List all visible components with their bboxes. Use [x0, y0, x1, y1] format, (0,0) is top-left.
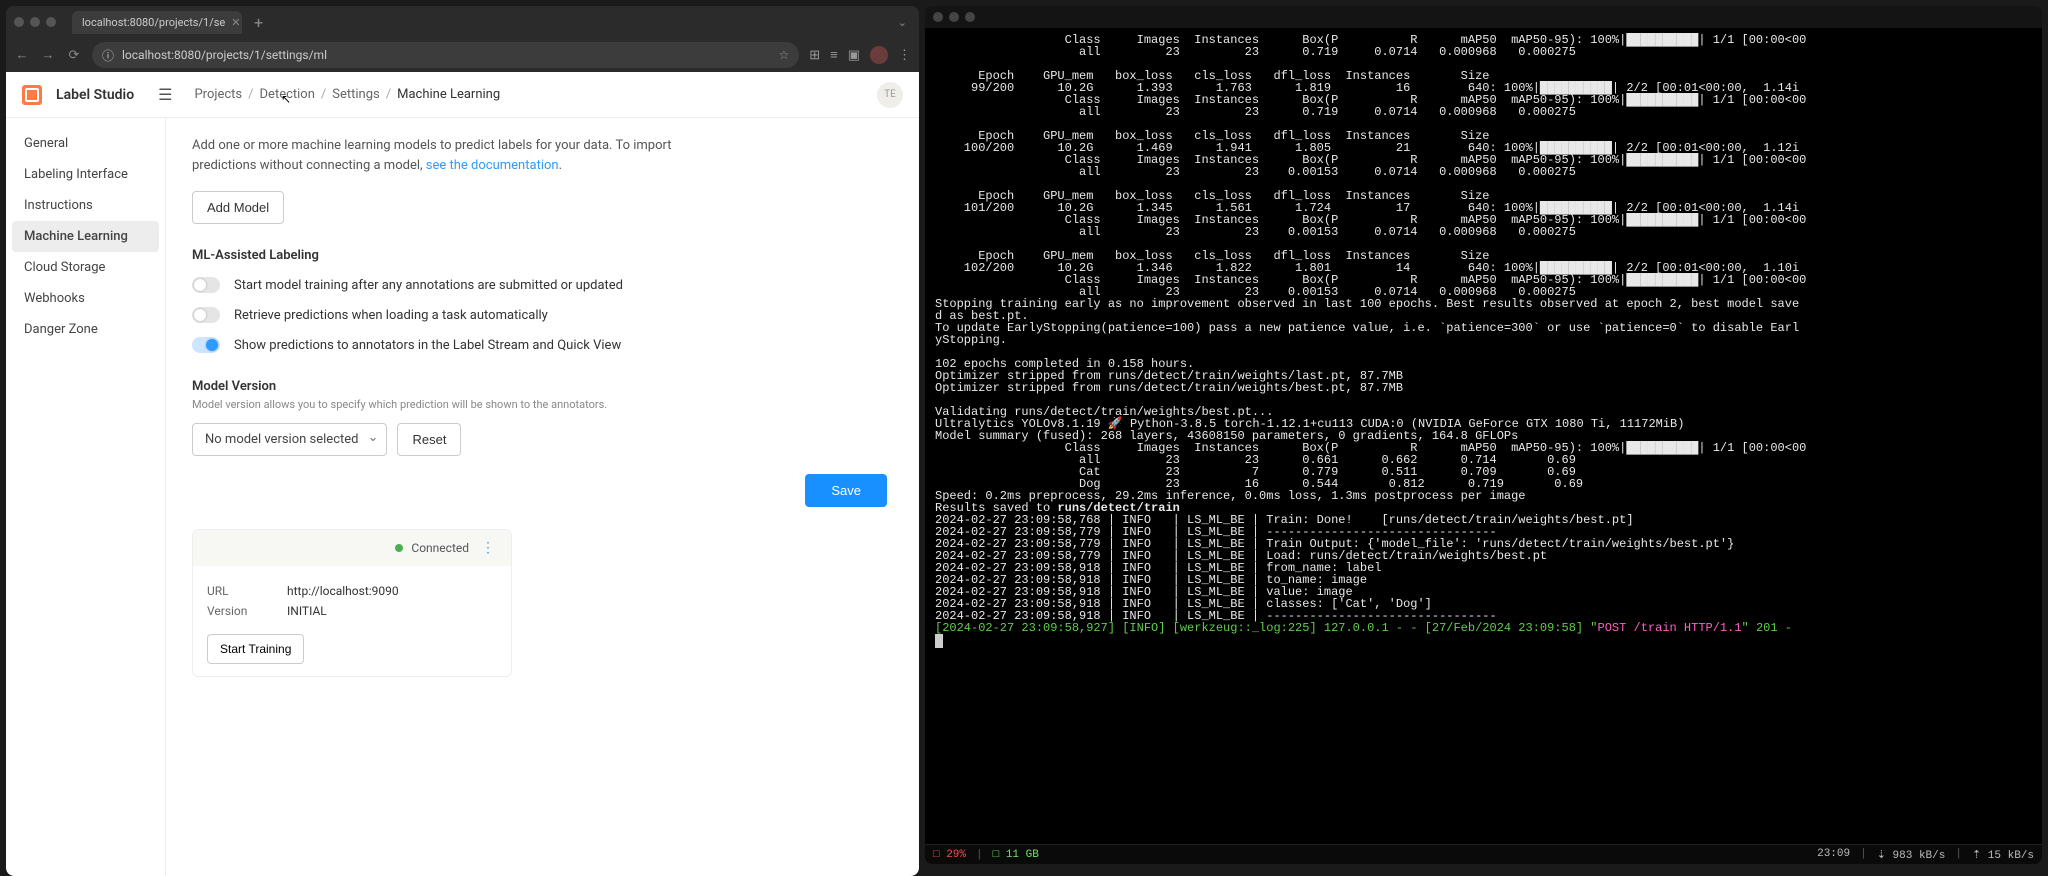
user-avatar[interactable]: TE	[877, 82, 903, 108]
new-tab-button[interactable]: +	[248, 13, 269, 32]
breadcrumb: Projects / Detection / Settings / Machin…	[194, 87, 500, 102]
status-down: ⇣ 983 kB/s	[1877, 848, 1946, 862]
browser-toolbar: ← → ⟳ ⓘ localhost:8080/projects/1/settin…	[6, 38, 919, 72]
model-card: Connected ⋮ URL http://localhost:9090 Ve…	[192, 529, 512, 677]
status-cpu: □ 29%	[933, 849, 966, 861]
toggle-start-training[interactable]	[192, 277, 220, 293]
browser-tabbar: localhost:8080/projects/1/se ✕ + ⌄	[6, 6, 919, 38]
crumb-current: Machine Learning	[397, 87, 500, 102]
model-version-select[interactable]: No model version selected	[192, 423, 387, 456]
crumb-projects[interactable]: Projects	[194, 87, 242, 102]
sidebar-item-ml[interactable]: Machine Learning	[12, 221, 159, 252]
sidebar-item-general[interactable]: General	[12, 128, 159, 159]
add-model-button[interactable]: Add Model	[192, 191, 284, 224]
sidebar-item-cloud[interactable]: Cloud Storage	[12, 252, 159, 283]
bookmark-icon[interactable]: ☆	[778, 48, 789, 62]
page-description: Add one or more machine learning models …	[192, 136, 712, 175]
card-url-key: URL	[207, 584, 267, 598]
model-version-heading: Model Version	[192, 379, 893, 394]
forward-icon[interactable]: →	[40, 47, 56, 63]
logo-icon	[22, 85, 42, 105]
window-controls	[14, 17, 56, 27]
app-header: Label Studio ☰ Projects / Detection / Se…	[6, 72, 919, 118]
card-menu-button[interactable]: ⋮	[477, 540, 499, 556]
browser-tab[interactable]: localhost:8080/projects/1/se ✕	[72, 11, 242, 34]
extensions-icon[interactable]: ⊞	[809, 48, 820, 63]
terminal-window-controls	[933, 12, 975, 22]
sidebar-item-instructions[interactable]: Instructions	[12, 190, 159, 221]
settings-sidebar: General Labeling Interface Instructions …	[6, 118, 166, 876]
card-url-value: http://localhost:9090	[287, 584, 399, 598]
tabs-dropdown-icon[interactable]: ⌄	[894, 12, 911, 33]
toggle-label: Start model training after any annotatio…	[234, 278, 623, 293]
ml-assisted-heading: ML-Assisted Labeling	[192, 248, 893, 263]
start-training-button[interactable]: Start Training	[207, 634, 304, 664]
reload-icon[interactable]: ⟳	[66, 48, 82, 63]
status-dot-icon	[395, 544, 403, 552]
card-version-key: Version	[207, 604, 267, 618]
toggle-show-predictions[interactable]	[192, 337, 220, 353]
toggle-label: Retrieve predictions when loading a task…	[234, 308, 548, 323]
terminal-output[interactable]: Class Images Instances Box(P R mAP50 mAP…	[925, 28, 2042, 844]
reading-list-icon[interactable]: ≡	[830, 47, 838, 63]
status-connected: Connected	[411, 541, 469, 555]
status-mem: □ 11 GB	[993, 849, 1039, 861]
kebab-menu-icon[interactable]: ⋮	[898, 48, 911, 63]
toggle-retrieve-predictions[interactable]	[192, 307, 220, 323]
sidebar-item-webhooks[interactable]: Webhooks	[12, 283, 159, 314]
crumb-detection[interactable]: Detection	[260, 87, 315, 102]
hamburger-icon[interactable]: ☰	[158, 85, 172, 104]
brand-name: Label Studio	[56, 87, 134, 103]
back-icon[interactable]: ←	[14, 47, 30, 63]
status-up: ⇡ 15 kB/s	[1972, 848, 2034, 862]
status-time: 23:09	[1817, 848, 1850, 862]
tab-title: localhost:8080/projects/1/se	[82, 16, 225, 29]
settings-main: Add one or more machine learning models …	[166, 118, 919, 876]
crumb-settings[interactable]: Settings	[332, 87, 379, 102]
toggle-label: Show predictions to annotators in the La…	[234, 338, 621, 353]
model-version-hint: Model version allows you to specify whic…	[192, 398, 893, 411]
save-button[interactable]: Save	[805, 474, 887, 507]
sidebar-item-labeling[interactable]: Labeling Interface	[12, 159, 159, 190]
url-input[interactable]: ⓘ localhost:8080/projects/1/settings/ml …	[92, 42, 799, 68]
sidepanel-icon[interactable]: ▣	[848, 48, 860, 63]
docs-link[interactable]: see the documentation	[426, 158, 559, 173]
sidebar-item-danger[interactable]: Danger Zone	[12, 314, 159, 345]
card-version-value: INITIAL	[287, 604, 327, 618]
reset-button[interactable]: Reset	[397, 423, 461, 456]
terminal-statusbar: □ 29% | □ 11 GB 23:09 | ⇣ 983 kB/s | ⇡ 1…	[925, 844, 2042, 864]
terminal-window: Class Images Instances Box(P R mAP50 mAP…	[925, 6, 2042, 864]
url-text: localhost:8080/projects/1/settings/ml	[122, 48, 327, 62]
site-info-icon[interactable]: ⓘ	[102, 47, 114, 64]
profile-avatar[interactable]	[870, 46, 888, 64]
close-icon[interactable]: ✕	[231, 16, 240, 29]
